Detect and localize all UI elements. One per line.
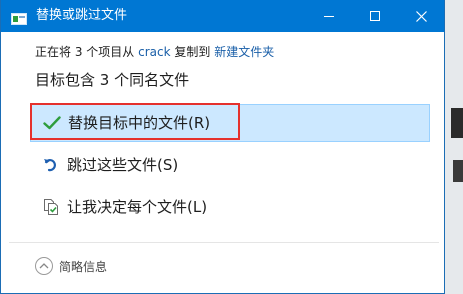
replace-files-label: 替换目标中的文件(R) [68, 114, 211, 132]
fewer-details-label: 简略信息 [59, 259, 108, 274]
compare-files-icon [40, 196, 62, 218]
chevron-up-icon [35, 257, 53, 275]
copy-prefix-text: 正在将 3 个项目从 [35, 45, 135, 59]
skip-files-label: 跳过这些文件(S) [67, 156, 179, 174]
checkmark-icon [41, 112, 63, 134]
background-fragment [451, 108, 463, 138]
replace-files-option[interactable]: 替换目标中的文件(R) [30, 104, 430, 142]
maximize-button[interactable] [353, 0, 397, 32]
footer-divider [9, 242, 439, 243]
copy-middle-text: 复制到 [174, 45, 211, 59]
background-window-strip [445, 0, 463, 294]
conflict-heading: 目标包含 3 个同名文件 [35, 71, 190, 89]
destination-folder-link[interactable]: 新建文件夹 [214, 45, 274, 59]
source-folder-link[interactable]: crack [138, 45, 170, 59]
replace-or-skip-dialog: 替换或跳过文件 正在将 3 个项目从 crack 复制到 新建文件夹 目标包含 … [0, 0, 445, 294]
fewer-details-toggle[interactable]: 简略信息 [35, 256, 107, 276]
skip-files-option[interactable]: 跳过这些文件(S) [30, 146, 430, 184]
minimize-button[interactable] [307, 0, 351, 32]
window-title: 替换或跳过文件 [36, 8, 128, 23]
background-fragment [453, 160, 463, 182]
copy-dialog-icon [11, 10, 27, 25]
skip-arrow-icon [40, 154, 62, 176]
title-bar: 替换或跳过文件 [1, 0, 444, 32]
maximize-icon [370, 11, 380, 21]
decide-each-file-label: 让我决定每个文件(L) [67, 198, 208, 216]
minimize-icon [324, 15, 334, 17]
close-button[interactable] [399, 0, 443, 32]
close-icon [415, 10, 427, 22]
copy-progress-text: 正在将 3 个项目从 crack 复制到 新建文件夹 [35, 44, 274, 60]
decide-each-file-option[interactable]: 让我决定每个文件(L) [30, 188, 430, 226]
